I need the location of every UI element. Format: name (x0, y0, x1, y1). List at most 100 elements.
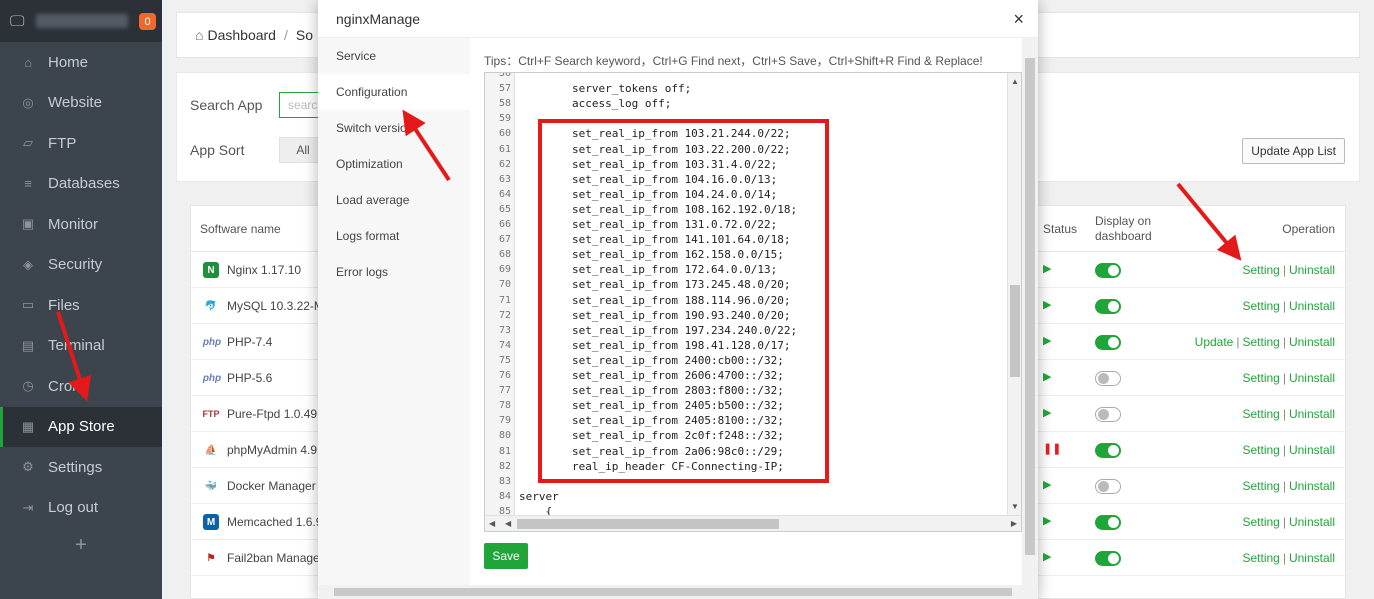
tab-switch-version[interactable]: Switch version (318, 110, 470, 146)
sidebar-item-terminal[interactable]: ▤ Terminal (0, 326, 162, 367)
editor-vertical-scrollbar[interactable]: ▲ ▼ (1007, 73, 1021, 515)
line-number: 80 (498, 430, 511, 442)
line-number: 68 (498, 249, 511, 261)
setting-link[interactable]: Setting (1242, 551, 1279, 565)
ops-separator: | (1282, 443, 1286, 457)
software-name[interactable]: Fail2ban Manage (227, 551, 320, 565)
clock-icon: ◷ (22, 378, 34, 394)
update-link[interactable]: Update (1195, 335, 1234, 349)
close-icon[interactable]: × (1013, 9, 1024, 30)
uninstall-link[interactable]: Uninstall (1289, 263, 1335, 277)
software-name[interactable]: Nginx 1.17.10 (227, 263, 301, 277)
tab-configuration[interactable]: Configuration (318, 74, 470, 110)
running-icon[interactable]: ▶ (1043, 406, 1051, 419)
uninstall-link[interactable]: Uninstall (1289, 299, 1335, 313)
software-name[interactable]: phpMyAdmin 4.9 (227, 443, 317, 457)
line-number: 83 (498, 475, 511, 487)
line-number: 66 (498, 219, 511, 230)
save-button[interactable]: Save (484, 543, 528, 569)
setting-link[interactable]: Setting (1242, 371, 1279, 385)
running-icon[interactable]: ▶ (1043, 370, 1051, 383)
scroll-up-icon[interactable]: ▲ (1011, 77, 1019, 86)
setting-link[interactable]: Setting (1242, 263, 1279, 277)
setting-link[interactable]: Setting (1242, 407, 1279, 421)
editor-vertical-thumb[interactable] (1010, 285, 1020, 377)
globe-icon: ◎ (22, 94, 34, 110)
setting-link[interactable]: Setting (1242, 515, 1279, 529)
tab-optimization[interactable]: Optimization (318, 146, 470, 182)
setting-link[interactable]: Setting (1242, 443, 1279, 457)
sidebar-item-label: Files (48, 296, 80, 314)
sidebar-item-security[interactable]: ◈ Security (0, 245, 162, 286)
stopped-icon[interactable]: ❚❚ (1043, 442, 1061, 455)
setting-link[interactable]: Setting (1242, 335, 1279, 349)
running-icon[interactable]: ▶ (1043, 514, 1051, 527)
sidebar-item-monitor[interactable]: ▣ Monitor (0, 204, 162, 245)
sidebar-item-databases[interactable]: ≡ Databases (0, 164, 162, 205)
notification-badge[interactable]: 0 (139, 13, 156, 30)
display-toggle[interactable] (1095, 371, 1121, 386)
running-icon[interactable]: ▶ (1043, 298, 1051, 311)
running-icon[interactable]: ▶ (1043, 334, 1051, 347)
running-icon[interactable]: ▶ (1043, 262, 1051, 275)
running-icon[interactable]: ▶ (1043, 478, 1051, 491)
dialog-vertical-thumb[interactable] (1025, 58, 1035, 555)
update-app-list-button[interactable]: Update App List (1242, 138, 1345, 164)
home-icon: ⌂ (24, 54, 32, 70)
display-toggle[interactable] (1095, 479, 1121, 494)
operation-links: Setting | Uninstall (1242, 407, 1335, 421)
sidebar-item-files[interactable]: ▭ Files (0, 285, 162, 326)
code-text: server_tokens off; (519, 82, 692, 96)
software-name[interactable]: Pure-Ftpd 1.0.49 (227, 407, 317, 421)
uninstall-link[interactable]: Uninstall (1289, 515, 1335, 529)
uninstall-link[interactable]: Uninstall (1289, 551, 1335, 565)
setting-link[interactable]: Setting (1242, 299, 1279, 313)
scroll-right-icon[interactable]: ▶ (1011, 519, 1017, 528)
setting-link[interactable]: Setting (1242, 479, 1279, 493)
scroll-left-icon[interactable]: ◀ (489, 519, 495, 528)
line-number: 69 (498, 264, 511, 276)
editor-horizontal-scrollbar[interactable]: ◀ ◀ ▶ (485, 515, 1021, 531)
sidebar-item-label: Security (48, 256, 103, 274)
sidebar-item-cron[interactable]: ◷ Cron (0, 366, 162, 407)
scroll-down-icon[interactable]: ▼ (1011, 502, 1019, 511)
line-number: 73 (498, 324, 511, 336)
software-name[interactable]: Memcached 1.6.9 (227, 515, 322, 529)
display-toggle[interactable] (1095, 515, 1121, 530)
display-toggle[interactable] (1095, 407, 1121, 422)
software-name[interactable]: Docker Manager (227, 479, 316, 493)
running-icon[interactable]: ▶ (1043, 550, 1051, 563)
display-toggle[interactable] (1095, 263, 1121, 278)
uninstall-link[interactable]: Uninstall (1289, 335, 1335, 349)
display-toggle[interactable] (1095, 551, 1121, 566)
editor-horizontal-thumb[interactable] (517, 519, 779, 529)
uninstall-link[interactable]: Uninstall (1289, 479, 1335, 493)
dialog-vertical-scrollbar[interactable] (1022, 38, 1038, 585)
software-name[interactable]: PHP-5.6 (227, 371, 272, 385)
sidebar-item-app-store[interactable]: ▦ App Store (0, 406, 162, 447)
scroll-left-icon[interactable]: ◀ (505, 519, 511, 528)
sidebar-item-home[interactable]: ⌂ Home (0, 42, 162, 83)
software-name[interactable]: MySQL 10.3.22-M (227, 299, 324, 313)
search-app-label: Search App (190, 97, 263, 113)
display-toggle[interactable] (1095, 299, 1121, 314)
sidebar-item-settings[interactable]: ⚙ Settings (0, 447, 162, 488)
dialog-horizontal-scrollbar[interactable] (318, 585, 1038, 599)
breadcrumb-dashboard[interactable]: Dashboard (207, 27, 276, 43)
software-name[interactable]: PHP-7.4 (227, 335, 272, 349)
uninstall-link[interactable]: Uninstall (1289, 407, 1335, 421)
tab-error-logs[interactable]: Error logs (318, 254, 470, 290)
display-toggle[interactable] (1095, 443, 1121, 458)
tab-load-average[interactable]: Load average (318, 182, 470, 218)
dialog-horizontal-thumb[interactable] (334, 588, 1012, 596)
sidebar-item-log-out[interactable]: ⇥ Log out (0, 488, 162, 529)
tab-service[interactable]: Service (318, 38, 470, 74)
uninstall-link[interactable]: Uninstall (1289, 443, 1335, 457)
uninstall-link[interactable]: Uninstall (1289, 371, 1335, 385)
display-toggle[interactable] (1095, 335, 1121, 350)
sidebar-item-website[interactable]: ◎ Website (0, 83, 162, 124)
line-number: 64 (498, 188, 511, 200)
tab-logs-format[interactable]: Logs format (318, 218, 470, 254)
add-icon[interactable]: + (0, 534, 162, 557)
sidebar-item-ftp[interactable]: ▱ FTP (0, 123, 162, 164)
